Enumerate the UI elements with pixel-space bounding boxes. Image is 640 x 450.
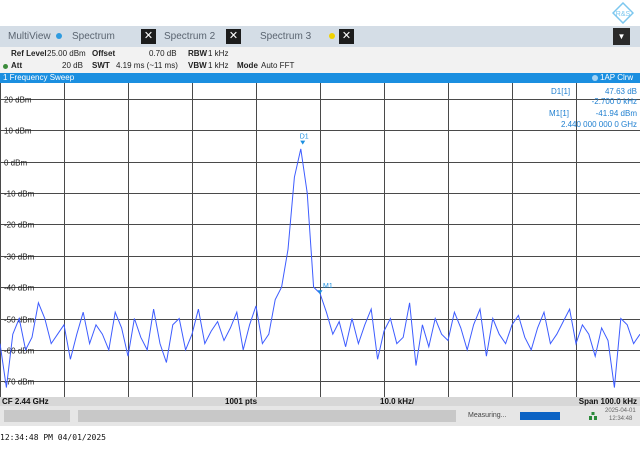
division-scale: 10.0 kHz/ (380, 397, 415, 406)
ref-level-value[interactable]: 25.00 dBm (47, 48, 86, 60)
toolbar-slot-2 (78, 410, 456, 422)
tab-spectrum-3[interactable]: Spectrum 3 (260, 26, 311, 47)
y-tick-label: -30 dBm (4, 253, 35, 262)
close-spectrum-2-icon[interactable]: ✕ (226, 29, 241, 44)
capture-timestamp: 12:34:48 PM 04/01/2025 (0, 433, 106, 442)
marker-d1-tag: D1 (300, 134, 309, 141)
span-value: Span 100.0 kHz (578, 397, 637, 406)
status-time: 12:34:48 (609, 416, 633, 422)
title-area: R&S (0, 0, 640, 26)
att-value[interactable]: 20 dB (62, 60, 83, 72)
points-count: 1001 pts (225, 397, 258, 406)
rs-logo-icon: R&S (612, 2, 634, 24)
y-tick-label: -20 dBm (4, 221, 35, 230)
m1-marker-value-2: 2.440 000 000 0 GHz (561, 120, 637, 129)
trace-indicator-icon (592, 75, 598, 81)
offset-label: Offset (92, 49, 116, 58)
tab-spectrum-2[interactable]: Spectrum 2 (164, 26, 215, 47)
y-tick-label: -70 dBm (4, 378, 35, 387)
y-tick-label: -60 dBm (4, 347, 35, 356)
att-indicator-icon (3, 64, 8, 69)
y-tick-label: 20 dBm (4, 96, 32, 105)
svg-text:R&S: R&S (616, 11, 631, 18)
multiview-indicator-icon (56, 33, 62, 39)
marker-m1-tag: M1 (323, 283, 333, 290)
spectrum-plot[interactable]: 20 dBm 10 dBm 0 dBm -10 dBm -20 dBm -30 dBm -4… (0, 83, 640, 397)
rbw-label: RBW (188, 49, 208, 58)
status-bar: CF 2.44 GHz 1001 pts 10.0 kHz/ Span 100.… (0, 397, 640, 406)
offset-value[interactable]: 0.70 dB (149, 48, 177, 60)
status-date: 2025-04-01 (605, 408, 636, 414)
tab-bar: MultiView Spectrum ✕ Spectrum 2 ✕ Spectr… (0, 26, 640, 47)
window-title: 1 Frequency Sweep (3, 73, 75, 82)
swt-label: SWT (92, 61, 110, 70)
swt-value[interactable]: 4.19 ms (~11 ms) (116, 60, 178, 72)
rbw-value[interactable]: 1 kHz (208, 48, 228, 60)
spectrum-3-indicator-icon (329, 33, 335, 39)
window-title-bar: 1 Frequency Sweep 1AP Clrw (0, 73, 640, 83)
close-spectrum-icon[interactable]: ✕ (141, 29, 156, 44)
center-frequency: CF 2.44 GHz (2, 397, 49, 406)
network-icon (589, 412, 597, 420)
m1-marker-label: M1[1] (549, 109, 569, 118)
tab-multiview[interactable]: MultiView (8, 26, 51, 47)
att-label: Att (11, 61, 23, 70)
d1-marker-value-1: 47.63 dB (605, 87, 637, 96)
close-spectrum-3-icon[interactable]: ✕ (339, 29, 354, 44)
mode-label: Mode (237, 61, 258, 70)
tab-spectrum[interactable]: Spectrum (72, 26, 115, 47)
vbw-value[interactable]: 1 kHz (208, 60, 228, 72)
y-tick-label: 0 dBm (4, 159, 27, 168)
measuring-status: Measuring... (468, 412, 507, 419)
tab-dropdown-icon[interactable]: ▼ (613, 28, 630, 45)
d1-marker-label: D1[1] (551, 87, 570, 96)
bottom-status-bar: Measuring... 2025-04-01 12:34:48 (0, 406, 640, 426)
toolbar-slot-1 (4, 410, 70, 422)
y-tick-label: -10 dBm (4, 190, 35, 199)
m1-marker-value-1: -41.94 dBm (596, 109, 638, 118)
parameter-bar: Ref Level 25.00 dBm Offset 0.70 dB RBW 1… (0, 47, 640, 73)
y-tick-label: -40 dBm (4, 284, 35, 293)
d1-marker-value-2: -2.700 0 kHz (592, 97, 637, 106)
y-tick-label: 10 dBm (4, 127, 32, 136)
vbw-label: VBW (188, 61, 207, 70)
mode-value[interactable]: Auto FFT (261, 60, 294, 72)
trace-mode: 1AP Clrw (600, 73, 634, 82)
progress-bar (520, 412, 560, 420)
ref-level-label: Ref Level (11, 49, 47, 58)
